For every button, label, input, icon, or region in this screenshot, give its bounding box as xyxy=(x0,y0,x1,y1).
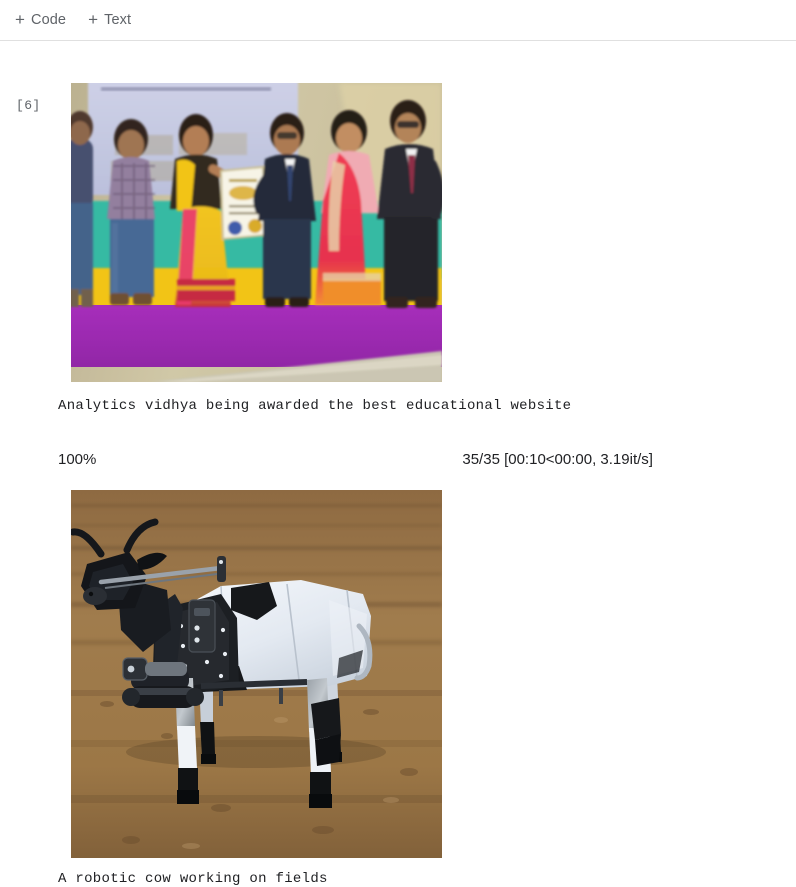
plus-icon: + xyxy=(88,9,99,29)
award-caption-text: Analytics vidhya being awarded the best … xyxy=(58,398,572,414)
add-code-cell-button[interactable]: + Code xyxy=(6,6,75,34)
robotic-cow-artwork xyxy=(71,490,442,858)
award-ceremony-artwork xyxy=(71,83,442,382)
tqdm-stats-label: 35/35 [00:10<00:00, 3.19it/s] xyxy=(462,450,653,468)
add-text-cell-button[interactable]: + Text xyxy=(79,6,140,34)
cell-execution-count: [6] xyxy=(16,98,41,113)
cow-caption-text: A robotic cow working on fields xyxy=(58,871,328,887)
add-text-cell-label: Text xyxy=(104,12,132,28)
robotic-cow-image xyxy=(71,490,442,858)
notebook-cell-output: [6] Analytics vidhya being awarded the b… xyxy=(0,41,796,887)
tqdm-progress-bar xyxy=(102,449,457,469)
add-code-cell-label: Code xyxy=(31,12,67,28)
tqdm-percent-label: 100% xyxy=(58,450,97,468)
plus-icon: + xyxy=(15,9,26,29)
tqdm-progress-row: 100% 35/35 [00:10<00:00, 3.19it/s] xyxy=(58,449,653,469)
notebook-toolbar: + Code + Text xyxy=(0,0,796,41)
award-ceremony-image xyxy=(71,83,442,382)
